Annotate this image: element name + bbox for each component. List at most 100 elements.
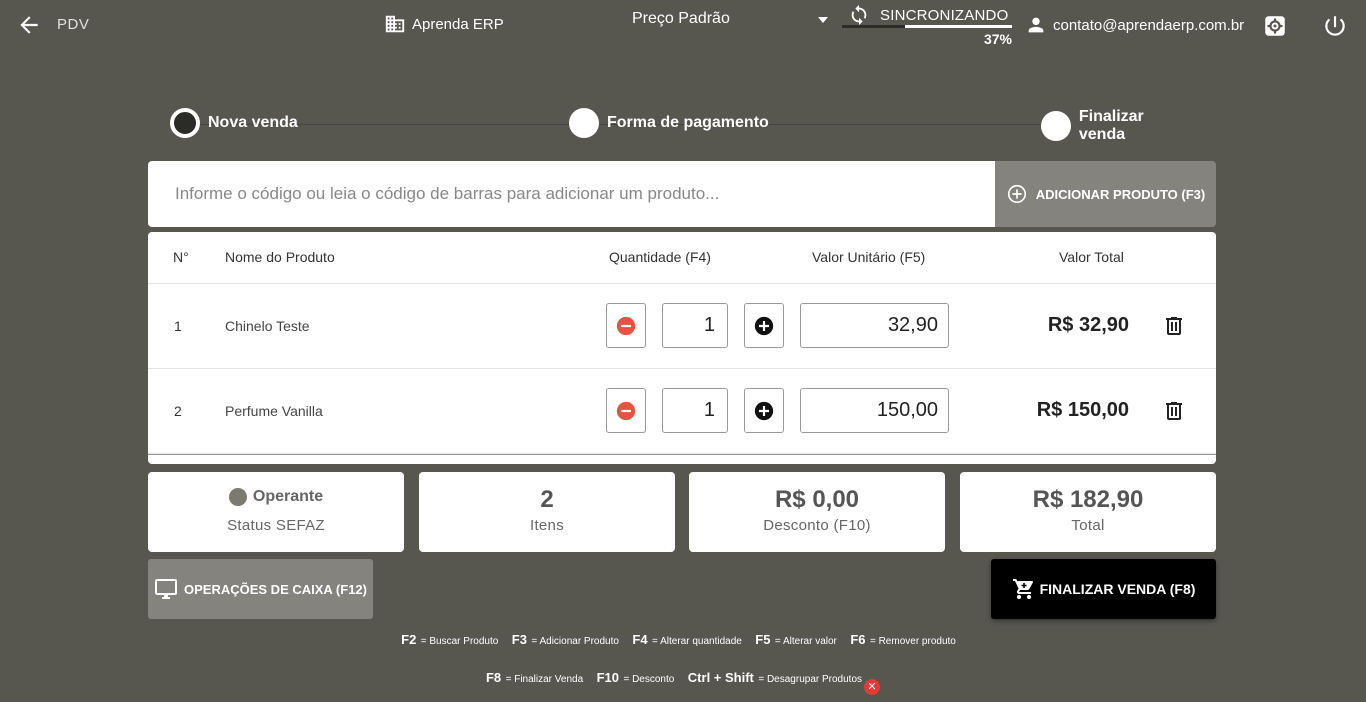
power-icon[interactable] bbox=[1322, 13, 1348, 39]
decrease-quantity-button[interactable] bbox=[606, 303, 646, 348]
cash-operations-label: OPERAÇÕES DE CAIXA (F12) bbox=[184, 581, 367, 597]
add-product-button[interactable]: ADICIONAR PRODUTO (F3) bbox=[995, 161, 1216, 227]
sefaz-status-label: Status SEFAZ bbox=[227, 517, 325, 534]
increase-quantity-button[interactable] bbox=[744, 388, 784, 433]
product-search-input[interactable] bbox=[148, 161, 996, 227]
decrease-quantity-button[interactable] bbox=[606, 388, 646, 433]
shortcut-desc: = Adicionar Produto bbox=[531, 636, 619, 647]
col-total: Valor Total bbox=[1059, 249, 1124, 265]
step-circle-active bbox=[170, 108, 200, 138]
sync-label: SINCRONIZANDO bbox=[880, 7, 1009, 24]
table-row: 2 Perfume Vanilla 1 150,00 R$ 150,00 bbox=[148, 369, 1216, 454]
sync-progress-fill bbox=[842, 25, 905, 28]
module-title: PDV bbox=[57, 16, 90, 33]
sale-stepper: Nova venda Forma de pagamento Finalizar … bbox=[170, 108, 1194, 144]
trash-icon[interactable] bbox=[1162, 399, 1186, 423]
row-number: 2 bbox=[174, 403, 182, 419]
building-icon bbox=[385, 15, 405, 33]
shortcut-key: F8 bbox=[485, 670, 502, 685]
shortcut-key: F6 bbox=[850, 632, 866, 647]
user-account[interactable]: contato@aprendaerp.com.br bbox=[1025, 14, 1244, 36]
top-bar: PDV Aprenda ERP Preço Padrão SINCRONIZAN… bbox=[0, 0, 1366, 50]
close-shortcuts-icon[interactable]: ✕ bbox=[864, 679, 881, 695]
shortcut-desc: = Desagrupar Produtos bbox=[758, 674, 863, 685]
row-number: 1 bbox=[174, 318, 182, 334]
user-email: contato@aprendaerp.com.br bbox=[1053, 16, 1245, 34]
step-forma-pagamento: Forma de pagamento bbox=[569, 108, 769, 138]
add-product-label: ADICIONAR PRODUTO (F3) bbox=[1035, 186, 1206, 202]
step-label: Forma de pagamento bbox=[607, 114, 769, 131]
step-circle bbox=[1041, 111, 1071, 141]
discount-value: R$ 0,00 bbox=[774, 486, 860, 513]
plus-circle-icon bbox=[754, 316, 774, 335]
total-label: Total bbox=[1071, 517, 1105, 534]
company-label: Aprenda ERP bbox=[412, 15, 504, 33]
shortcut-desc: = Alterar quantidade bbox=[652, 636, 742, 647]
step-label: Nova venda bbox=[208, 114, 298, 131]
sync-status: SINCRONIZANDO 37% bbox=[842, 3, 1014, 47]
discount-card[interactable]: R$ 0,00 Desconto (F10) bbox=[689, 472, 945, 552]
shortcut-desc: = Alterar valor bbox=[774, 636, 837, 647]
sefaz-status-value: Operante bbox=[252, 488, 324, 505]
discount-label: Desconto (F10) bbox=[763, 517, 871, 534]
step-finalizar-venda: Finalizar venda bbox=[1041, 108, 1194, 144]
table-row: 1 Chinelo Teste 1 32,90 R$ 32,90 bbox=[148, 284, 1216, 369]
monitor-icon bbox=[155, 579, 177, 599]
col-product-name: Nome do Produto bbox=[225, 249, 335, 265]
finalize-sale-button[interactable]: FINALIZAR VENDA (F8) bbox=[991, 559, 1216, 619]
shortcut-key: Ctrl + Shift bbox=[687, 670, 754, 685]
col-number: N° bbox=[173, 249, 189, 265]
row-product-name: Chinelo Teste bbox=[225, 318, 310, 334]
minus-circle-icon bbox=[616, 401, 636, 420]
product-search-box bbox=[148, 161, 996, 227]
items-label: Itens bbox=[529, 517, 565, 534]
shortcut-desc: = Desconto bbox=[623, 674, 675, 685]
products-table: N° Nome do Produto Quantidade (F4) Valor… bbox=[148, 232, 1216, 464]
step-circle bbox=[569, 108, 599, 138]
step-label: Finalizar venda bbox=[1078, 108, 1144, 143]
row-total: R$ 150,00 bbox=[1036, 399, 1129, 421]
increase-quantity-button[interactable] bbox=[744, 303, 784, 348]
shortcut-desc: = Finalizar Venda bbox=[505, 674, 584, 685]
shortcuts-line-2: F8 = Finalizar Venda F10 = Desconto Ctrl… bbox=[0, 669, 1366, 695]
sefaz-status: Operante bbox=[148, 488, 404, 506]
settings-icon[interactable] bbox=[1262, 13, 1288, 39]
back-arrow-icon[interactable] bbox=[16, 12, 42, 38]
col-unit-price: Valor Unitário (F5) bbox=[812, 249, 926, 265]
company-name: Aprenda ERP bbox=[384, 13, 504, 35]
unit-price-input[interactable]: 150,00 bbox=[800, 388, 949, 433]
shortcut-key: F2 bbox=[401, 632, 417, 647]
table-header: N° Nome do Produto Quantidade (F4) Valor… bbox=[148, 232, 1216, 284]
sync-icon[interactable] bbox=[848, 4, 870, 26]
price-table-select[interactable]: Preço Padrão bbox=[600, 6, 832, 36]
total-card: R$ 182,90 Total bbox=[960, 472, 1216, 552]
shortcut-desc: = Buscar Produto bbox=[420, 636, 499, 647]
items-card: 2 Itens bbox=[419, 472, 675, 552]
quantity-input[interactable]: 1 bbox=[662, 388, 728, 433]
sync-progress-bar bbox=[842, 25, 1012, 28]
shortcut-key: F4 bbox=[632, 632, 648, 647]
cash-operations-button[interactable]: OPERAÇÕES DE CAIXA (F12) bbox=[148, 559, 373, 619]
price-table-value: Preço Padrão bbox=[632, 10, 730, 27]
cart-icon bbox=[1012, 579, 1033, 599]
col-quantity: Quantidade (F4) bbox=[609, 249, 711, 265]
plus-circle-icon bbox=[1007, 184, 1026, 204]
minus-circle-icon bbox=[616, 316, 636, 335]
shortcut-key: F5 bbox=[755, 632, 771, 647]
sefaz-status-card: Operante Status SEFAZ bbox=[148, 472, 404, 552]
table-scroll-edge bbox=[148, 454, 1216, 455]
plus-circle-icon bbox=[754, 401, 774, 420]
user-icon bbox=[1028, 17, 1044, 33]
unit-price-input[interactable]: 32,90 bbox=[800, 303, 949, 348]
row-total: R$ 32,90 bbox=[1047, 314, 1129, 336]
quantity-input[interactable]: 1 bbox=[662, 303, 728, 348]
status-dot bbox=[228, 488, 247, 506]
shortcut-key: F3 bbox=[511, 632, 527, 647]
sync-percent: 37% bbox=[983, 31, 1012, 47]
total-value: R$ 182,90 bbox=[1032, 486, 1144, 513]
shortcut-key: F10 bbox=[596, 670, 620, 685]
step-nova-venda: Nova venda bbox=[170, 108, 298, 138]
shortcuts-line-1: F2 = Buscar Produto F3 = Adicionar Produ… bbox=[0, 631, 1366, 649]
trash-icon[interactable] bbox=[1162, 314, 1186, 338]
items-count: 2 bbox=[540, 486, 554, 513]
